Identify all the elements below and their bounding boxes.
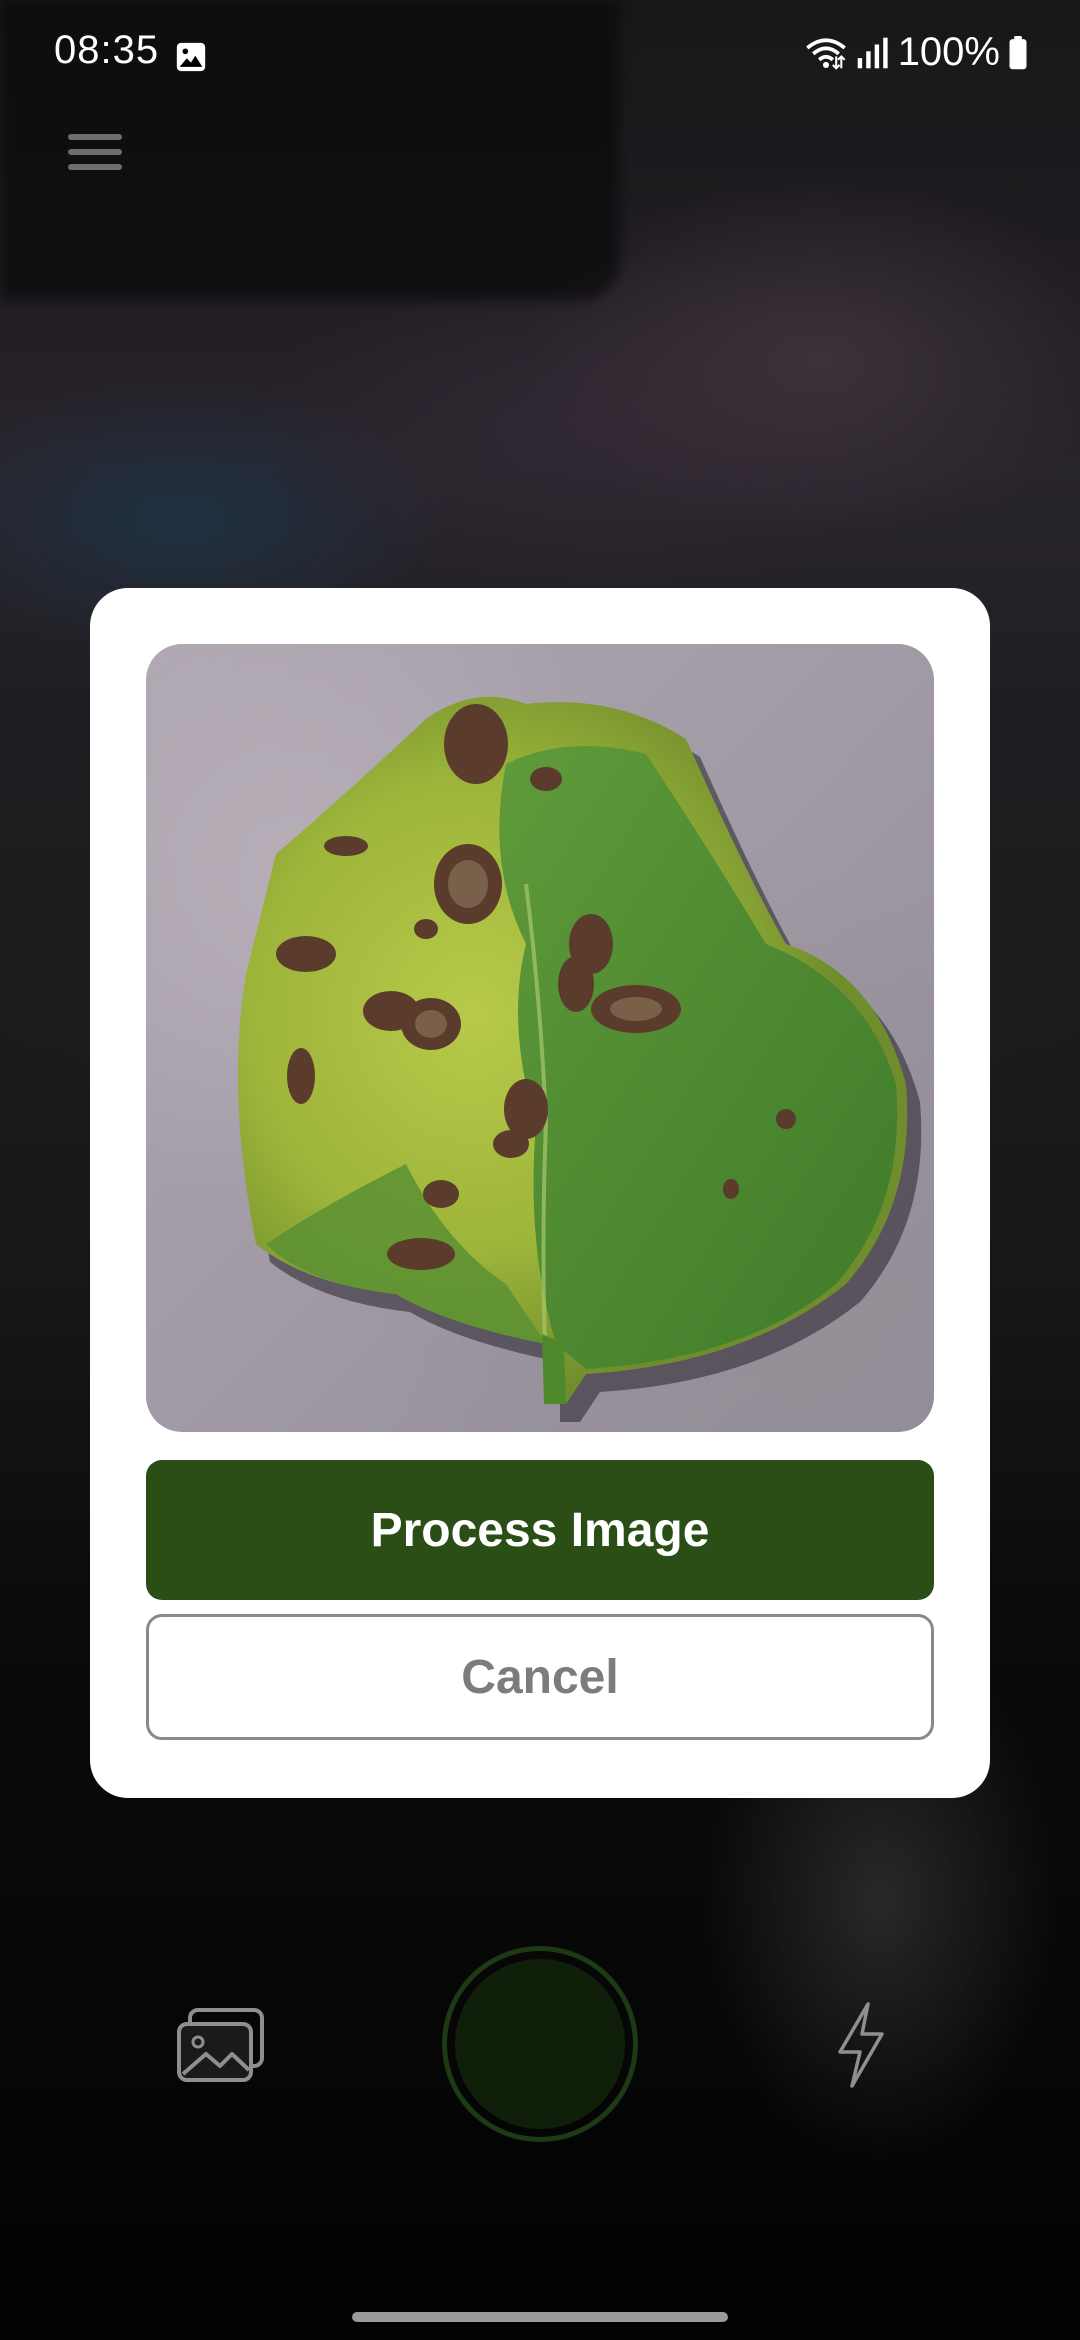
flash-icon[interactable] <box>830 2000 890 2090</box>
process-image-dialog: Process Image Cancel <box>90 588 990 1798</box>
battery-percentage: 100% <box>897 30 1000 74</box>
status-bar: 08:35 100% <box>0 0 1080 110</box>
menu-icon[interactable] <box>68 134 122 174</box>
cancel-button[interactable]: Cancel <box>146 1614 934 1740</box>
process-image-button[interactable]: Process Image <box>146 1460 934 1600</box>
status-time: 08:35 <box>54 28 160 72</box>
shutter-button[interactable] <box>442 1946 638 2142</box>
wifi-icon <box>805 37 846 70</box>
signal-icon <box>857 37 888 68</box>
shutter-inner <box>455 1959 625 2129</box>
camera-screen: 08:35 100% Process Image Cancel <box>0 0 1080 2340</box>
battery-icon <box>1009 35 1027 69</box>
gallery-icon[interactable] <box>176 2008 266 2084</box>
image-notification-icon <box>176 42 206 72</box>
home-indicator[interactable] <box>352 2312 728 2322</box>
leaf-photo <box>238 696 922 1422</box>
status-icons: 100% <box>804 30 1028 75</box>
leaf-preview-image <box>146 644 934 1432</box>
